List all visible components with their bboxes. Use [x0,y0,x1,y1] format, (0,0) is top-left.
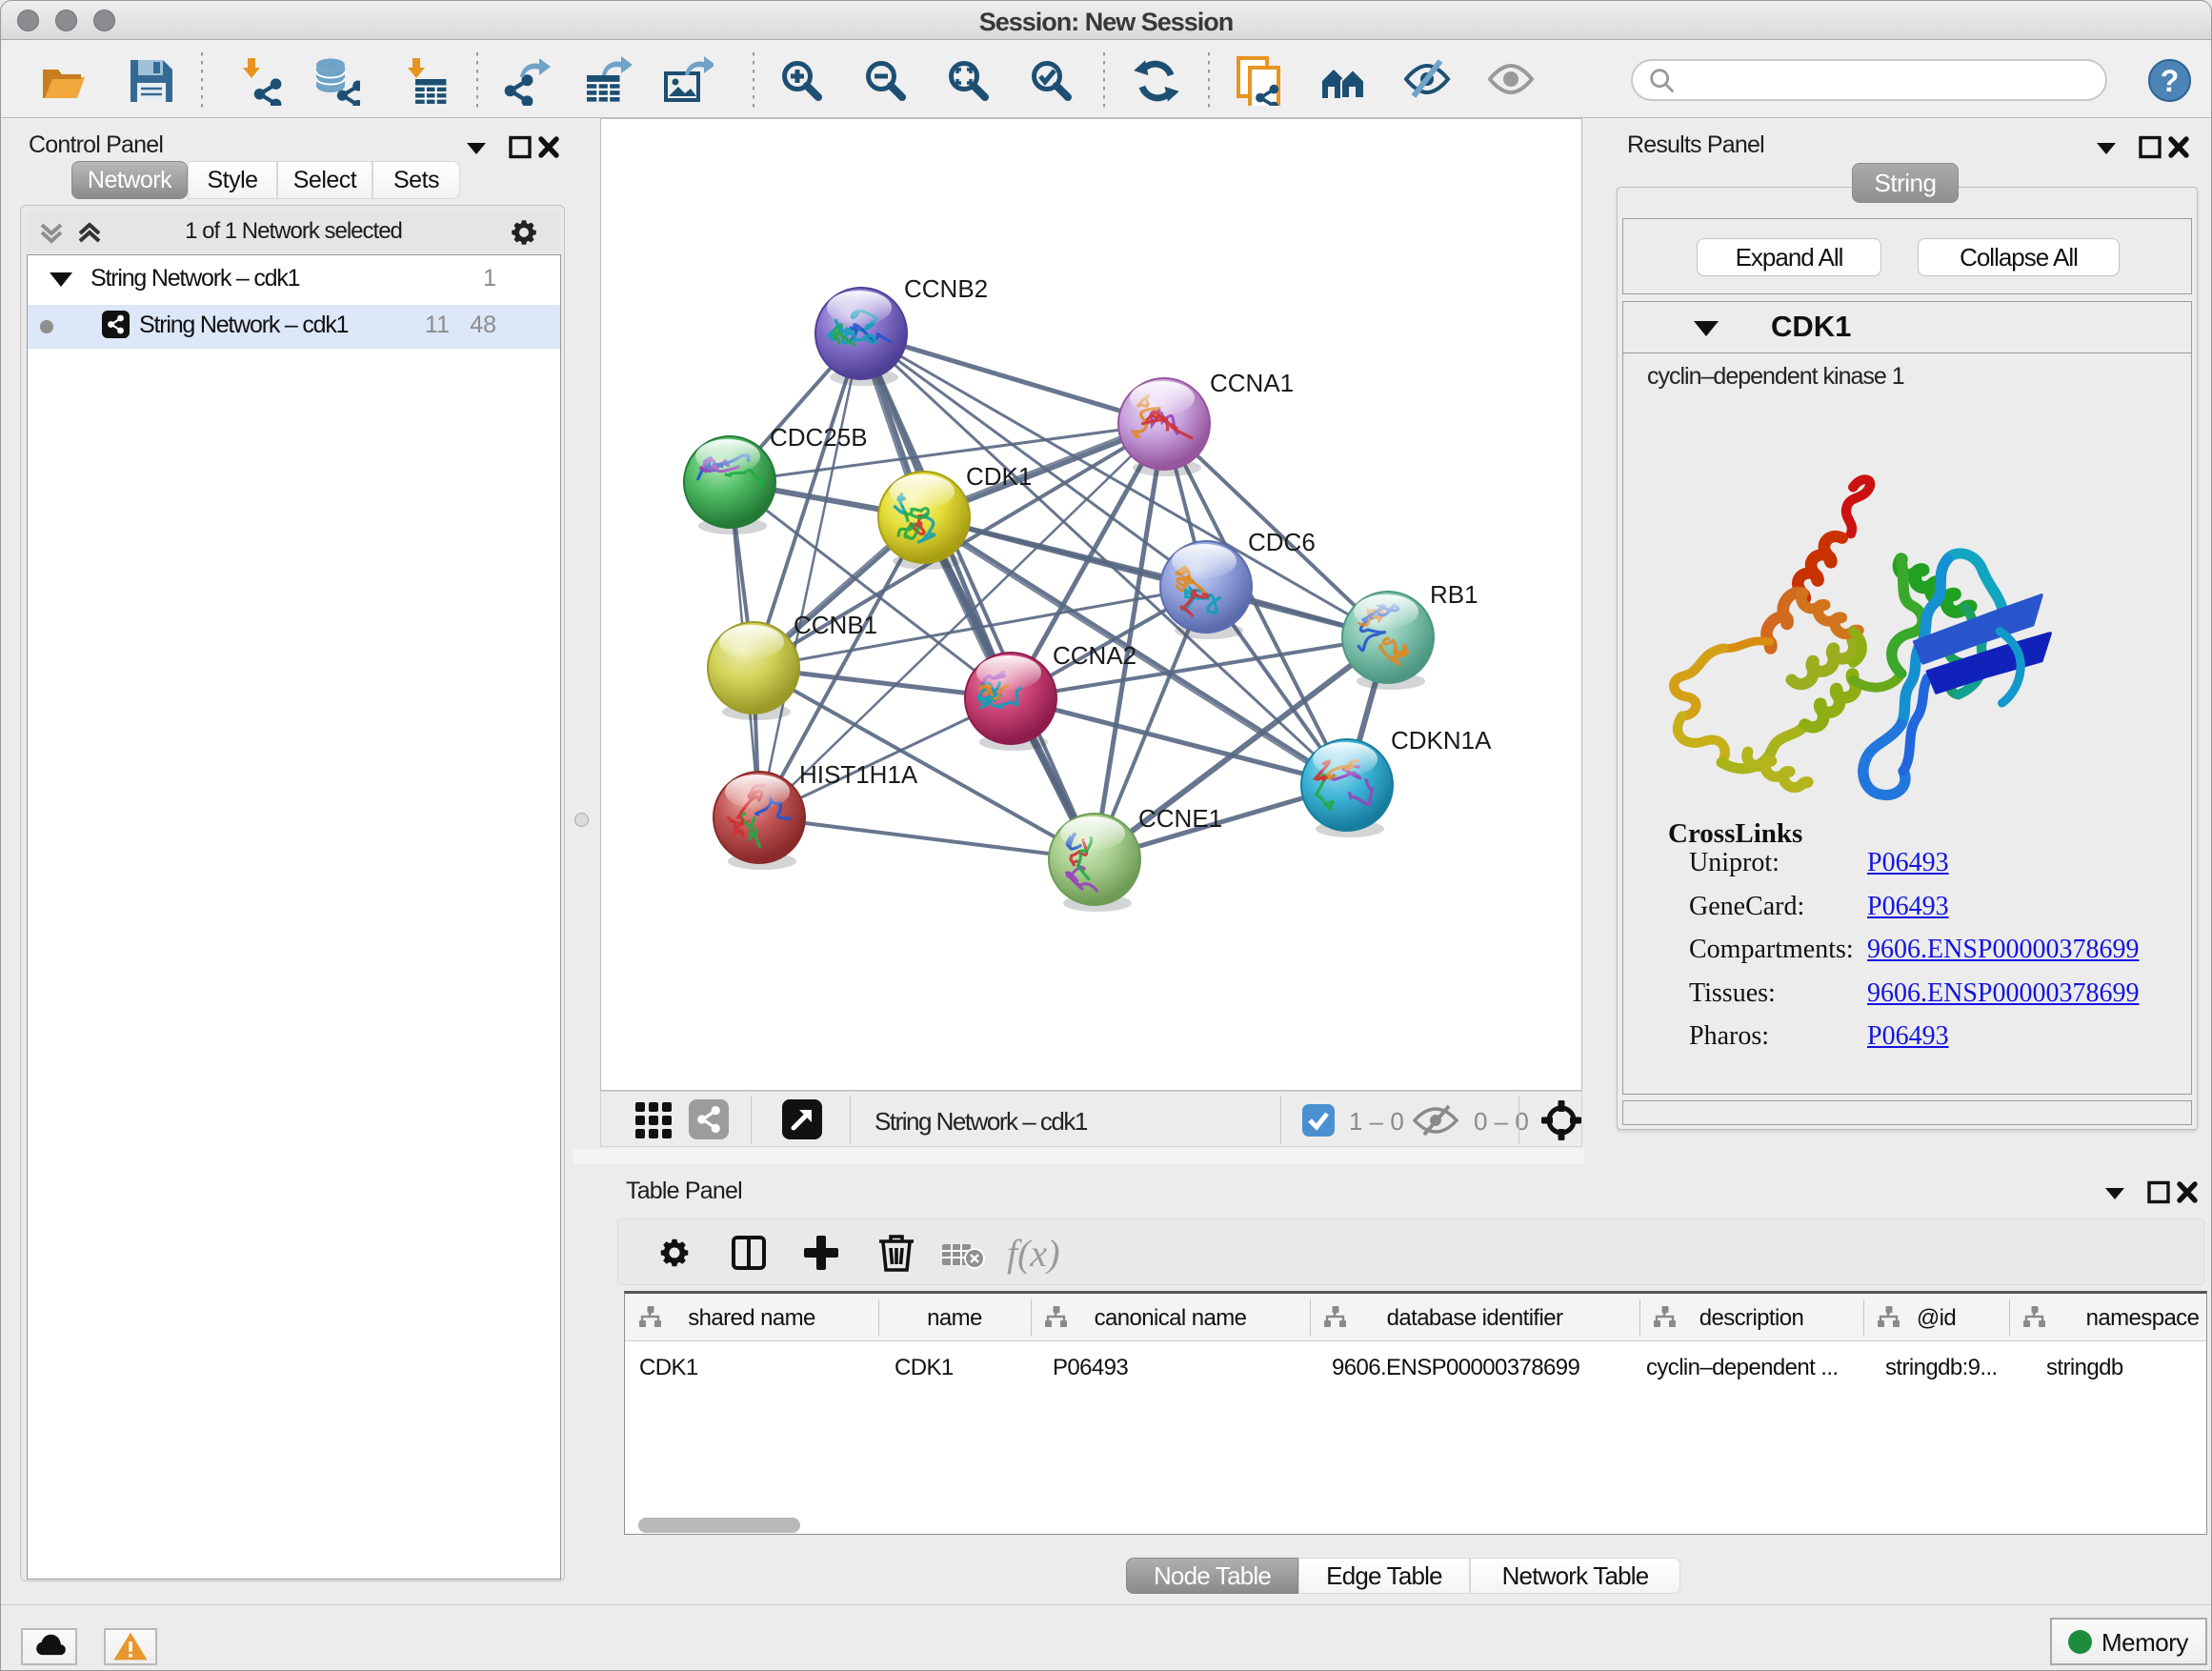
svg-text:CCNA2: CCNA2 [1053,641,1136,670]
svg-text:HIST1H1A: HIST1H1A [799,760,918,789]
svg-text:CCNB2: CCNB2 [904,274,988,303]
svg-text:CCNA1: CCNA1 [1210,369,1294,397]
svg-text:CDC6: CDC6 [1248,528,1316,556]
svg-text:CDKN1A: CDKN1A [1391,726,1492,755]
svg-text:CDK1: CDK1 [966,462,1032,491]
svg-text:RB1: RB1 [1430,580,1478,609]
svg-text:CCNB1: CCNB1 [794,611,877,639]
svg-text:CCNE1: CCNE1 [1138,804,1222,833]
svg-text:CDC25B: CDC25B [770,423,868,452]
